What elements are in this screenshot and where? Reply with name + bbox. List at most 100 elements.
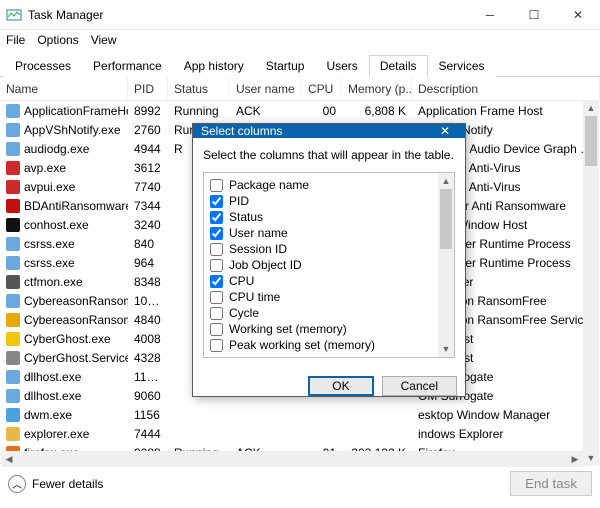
- process-name: dwm.exe: [24, 408, 72, 422]
- table-row[interactable]: dwm.exe1156esktop Window Manager: [0, 405, 600, 424]
- menu-file[interactable]: File: [6, 33, 25, 47]
- col-memory[interactable]: Memory (p...: [342, 77, 412, 100]
- list-item[interactable]: User name: [206, 225, 452, 241]
- tab-app-history[interactable]: App history: [173, 55, 255, 77]
- cell-pid: 4840: [128, 313, 168, 327]
- process-name: conhost.exe: [24, 218, 89, 232]
- tab-services[interactable]: Services: [428, 55, 496, 77]
- column-checkbox[interactable]: [210, 179, 223, 192]
- scroll-up-icon[interactable]: ▲: [583, 100, 599, 116]
- tab-strip: Processes Performance App history Startu…: [0, 50, 600, 77]
- window-title: Task Manager: [28, 8, 468, 22]
- process-name: BDAntiRansomware...: [24, 199, 128, 213]
- footer-bar: ︿ Fewer details End task: [0, 463, 600, 503]
- process-icon: [6, 275, 20, 289]
- column-option-label: Cycle: [229, 306, 259, 320]
- scroll-thumb[interactable]: [585, 116, 597, 166]
- column-checkbox[interactable]: [210, 211, 223, 224]
- scroll-right-icon[interactable]: ▶: [567, 454, 583, 465]
- scroll-down-icon[interactable]: ▼: [438, 341, 454, 357]
- close-button[interactable]: ✕: [556, 0, 600, 29]
- process-icon: [6, 199, 20, 213]
- process-name: audiodg.exe: [24, 142, 89, 156]
- cancel-button[interactable]: Cancel: [382, 376, 457, 396]
- list-item[interactable]: CPU time: [206, 289, 452, 305]
- col-user[interactable]: User name: [230, 77, 302, 100]
- list-item[interactable]: CPU: [206, 273, 452, 289]
- tab-details[interactable]: Details: [369, 55, 428, 77]
- process-icon: [6, 389, 20, 403]
- horizontal-scrollbar[interactable]: ◀ ▶: [1, 451, 583, 467]
- col-cpu[interactable]: CPU: [302, 77, 342, 100]
- minimize-button[interactable]: ─: [468, 0, 512, 29]
- column-checkbox[interactable]: [210, 195, 223, 208]
- cell-pid: 7444: [128, 427, 168, 441]
- end-task-button[interactable]: End task: [510, 471, 592, 496]
- dialog-title-bar[interactable]: Select columns ✕: [193, 124, 465, 138]
- cell-pid: 11496: [128, 370, 168, 384]
- column-option-label: Session ID: [229, 242, 287, 256]
- process-name: CybereasonRansomF...: [24, 313, 128, 327]
- process-name: CyberGhost.exe: [24, 332, 111, 346]
- list-item[interactable]: Working set (memory): [206, 321, 452, 337]
- process-icon: [6, 427, 20, 441]
- col-name[interactable]: Name: [0, 77, 128, 100]
- list-item[interactable]: Cycle: [206, 305, 452, 321]
- cell-user: ACK: [230, 104, 302, 118]
- list-item[interactable]: Status: [206, 209, 452, 225]
- column-checkbox[interactable]: [210, 323, 223, 336]
- col-status[interactable]: Status: [168, 77, 230, 100]
- column-checkbox[interactable]: [210, 275, 223, 288]
- column-option-label: PID: [229, 194, 249, 208]
- scroll-up-icon[interactable]: ▲: [438, 173, 454, 189]
- col-pid[interactable]: PID: [128, 77, 168, 100]
- maximize-button[interactable]: ☐: [512, 0, 556, 29]
- app-icon: [6, 7, 22, 23]
- ok-button[interactable]: OK: [308, 376, 373, 396]
- menu-options[interactable]: Options: [37, 33, 78, 47]
- table-row[interactable]: explorer.exe7444indows Explorer: [0, 424, 600, 443]
- column-option-label: Package name: [229, 178, 309, 192]
- column-checkbox[interactable]: [210, 227, 223, 240]
- list-item[interactable]: Session ID: [206, 241, 452, 257]
- cell-pid: 3612: [128, 161, 168, 175]
- process-name: ApplicationFrameHo...: [24, 104, 128, 118]
- dialog-close-icon[interactable]: ✕: [433, 124, 457, 138]
- cell-pid: 4328: [128, 351, 168, 365]
- list-item[interactable]: Peak working set (memory): [206, 337, 452, 353]
- scroll-down-icon[interactable]: ▼: [583, 450, 599, 466]
- column-option-label: CPU time: [229, 290, 280, 304]
- column-option-label: CPU: [229, 274, 254, 288]
- process-icon: [6, 142, 20, 156]
- checklist-scrollbar[interactable]: ▲ ▼: [438, 173, 454, 357]
- process-name: dllhost.exe: [24, 370, 81, 384]
- menu-bar: File Options View: [0, 30, 600, 50]
- process-icon: [6, 332, 20, 346]
- cell-pid: 840: [128, 237, 168, 251]
- column-checkbox[interactable]: [210, 339, 223, 352]
- cell-pid: 8992: [128, 104, 168, 118]
- tab-startup[interactable]: Startup: [255, 55, 316, 77]
- vertical-scrollbar[interactable]: ▲ ▼: [583, 100, 599, 466]
- fewer-details-label: Fewer details: [32, 477, 103, 491]
- menu-view[interactable]: View: [91, 33, 117, 47]
- process-icon: [6, 256, 20, 270]
- column-checkbox[interactable]: [210, 243, 223, 256]
- cell-pid: 7344: [128, 199, 168, 213]
- table-row[interactable]: ApplicationFrameHo...8992RunningACK006,8…: [0, 101, 600, 120]
- column-checkbox[interactable]: [210, 291, 223, 304]
- process-icon: [6, 123, 20, 137]
- scroll-thumb[interactable]: [440, 189, 452, 249]
- list-item[interactable]: Package name: [206, 177, 452, 193]
- column-checkbox[interactable]: [210, 307, 223, 320]
- tab-users[interactable]: Users: [315, 55, 368, 77]
- column-checkbox[interactable]: [210, 259, 223, 272]
- tab-processes[interactable]: Processes: [4, 55, 82, 77]
- tab-performance[interactable]: Performance: [82, 55, 173, 77]
- list-item[interactable]: PID: [206, 193, 452, 209]
- col-description[interactable]: Description: [412, 77, 600, 100]
- fewer-details-toggle[interactable]: ︿ Fewer details: [8, 475, 103, 493]
- scroll-left-icon[interactable]: ◀: [1, 454, 17, 465]
- process-name: explorer.exe: [24, 427, 89, 441]
- list-item[interactable]: Job Object ID: [206, 257, 452, 273]
